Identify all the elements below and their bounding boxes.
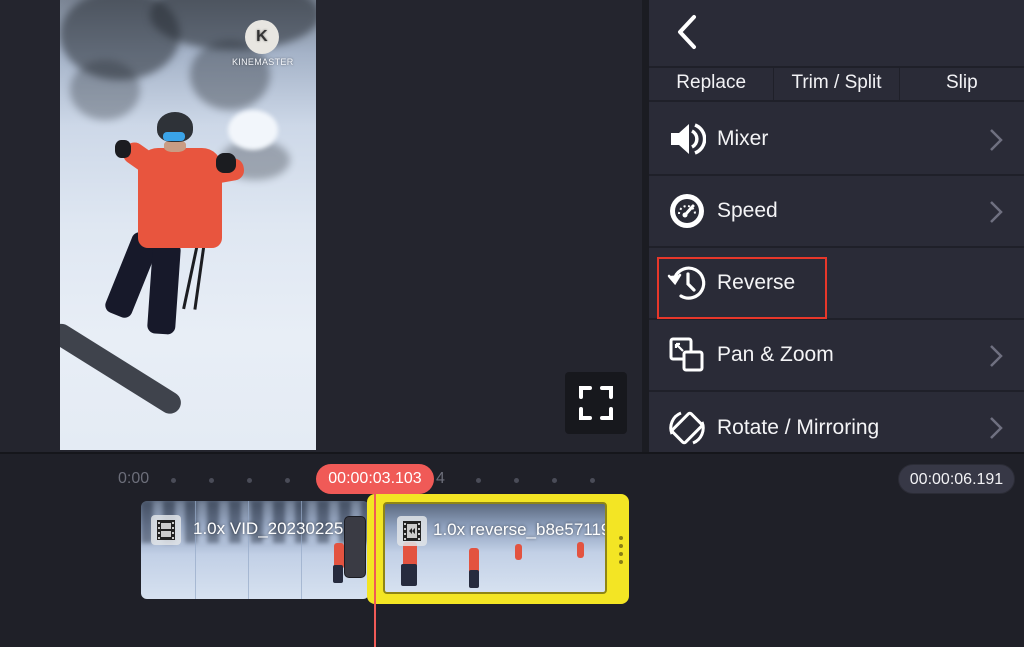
back-button[interactable] <box>667 12 707 52</box>
playhead-time-badge[interactable]: 00:00:03.103 <box>316 464 434 494</box>
tab-slip[interactable]: Slip <box>900 68 1024 100</box>
ruler-tick <box>552 478 557 483</box>
thumb-rider <box>401 564 417 586</box>
ruler-label-start: 0:00 <box>118 470 150 487</box>
pan-zoom-icon <box>667 335 707 375</box>
reverse-clock-icon <box>667 263 707 303</box>
frame-divider <box>301 501 302 599</box>
kinemaster-watermark: K KINEMASTER <box>232 20 294 67</box>
watermark-text: KINEMASTER <box>232 57 294 67</box>
chevron-right-icon <box>990 417 1003 439</box>
timeline[interactable]: 0:00 4 00:00:03.103 00:00:06.191 1.0x VI… <box>0 452 1024 647</box>
fullscreen-button[interactable] <box>565 372 627 434</box>
video-preview[interactable]: K KINEMASTER <box>60 0 316 450</box>
ruler-tick <box>514 478 519 483</box>
clip-menu: Mixer Speed Reverse Pan & Zoom Rotate / … <box>649 104 1024 464</box>
panel-header <box>649 0 1024 66</box>
rider-glove <box>115 140 131 158</box>
playhead-line[interactable] <box>374 492 376 647</box>
menu-label-rotate-mirroring: Rotate / Mirroring <box>717 416 880 439</box>
ruler-tick <box>209 478 214 483</box>
tab-trim-split[interactable]: Trim / Split <box>774 68 900 100</box>
ruler-tick <box>476 478 481 483</box>
menu-label-speed: Speed <box>717 199 778 222</box>
tab-replace[interactable]: Replace <box>649 68 775 100</box>
chevron-right-icon <box>990 129 1003 151</box>
ruler-tick <box>247 478 252 483</box>
rider-jacket <box>138 148 222 248</box>
menu-item-pan-zoom[interactable]: Pan & Zoom <box>649 320 1024 392</box>
menu-item-speed[interactable]: Speed <box>649 176 1024 248</box>
menu-label-pan-zoom: Pan & Zoom <box>717 343 834 366</box>
ruler-tick <box>285 478 290 483</box>
ruler-label-4: 4 <box>436 470 445 487</box>
timeline-ruler: 0:00 4 <box>0 464 1024 494</box>
scene-trees <box>70 60 140 120</box>
clip-tabs: Replace Trim / Split Slip <box>649 66 1024 102</box>
clip-thumbnail: 1.0x reverse_b8e57119 <box>383 502 607 594</box>
thumb-rider <box>515 544 522 560</box>
kinemaster-editor: K KINEMASTER Replace Trim / Split Slip M… <box>0 0 1024 647</box>
chevron-right-icon <box>990 201 1003 223</box>
frame-divider <box>248 501 249 599</box>
timeline-clip-selected[interactable]: 1.0x reverse_b8e57119 <box>367 494 629 604</box>
clip-label: 1.0x reverse_b8e57119 <box>433 520 607 539</box>
kinemaster-logo-icon: K <box>245 20 279 54</box>
thumb-rider <box>333 565 343 583</box>
film-reverse-icon <box>397 516 427 546</box>
speaker-icon <box>667 119 707 159</box>
ruler-tick <box>171 478 176 483</box>
ruler-tick <box>590 478 595 483</box>
clip-options-panel: Replace Trim / Split Slip Mixer Speed Re… <box>642 0 1024 452</box>
chevron-right-icon <box>990 345 1003 367</box>
menu-label-mixer: Mixer <box>717 127 769 150</box>
timeline-clip[interactable]: 1.0x VID_20230225 <box>141 501 369 599</box>
rider-glove <box>216 153 236 173</box>
snowboard <box>60 319 186 418</box>
thumb-rider <box>469 570 479 588</box>
clip-trim-handle[interactable] <box>619 536 623 564</box>
frame-divider <box>195 501 196 599</box>
menu-item-mixer[interactable]: Mixer <box>649 104 1024 176</box>
total-duration-badge: 00:00:06.191 <box>898 464 1015 494</box>
chevron-left-icon <box>678 15 696 49</box>
clip-label: 1.0x VID_20230225 <box>193 519 344 538</box>
film-icon <box>151 515 181 545</box>
transition-button[interactable] <box>344 516 366 578</box>
menu-label-reverse: Reverse <box>717 271 796 294</box>
speedometer-icon <box>667 191 707 231</box>
rotate-icon <box>667 408 707 448</box>
thumb-rider <box>577 542 584 558</box>
rider-leg <box>146 241 182 335</box>
preview-area: K KINEMASTER <box>0 0 642 452</box>
rider-goggles <box>163 132 185 141</box>
fullscreen-icon <box>579 386 613 420</box>
menu-item-reverse[interactable]: Reverse <box>649 248 1024 320</box>
snow-clump <box>228 110 278 150</box>
